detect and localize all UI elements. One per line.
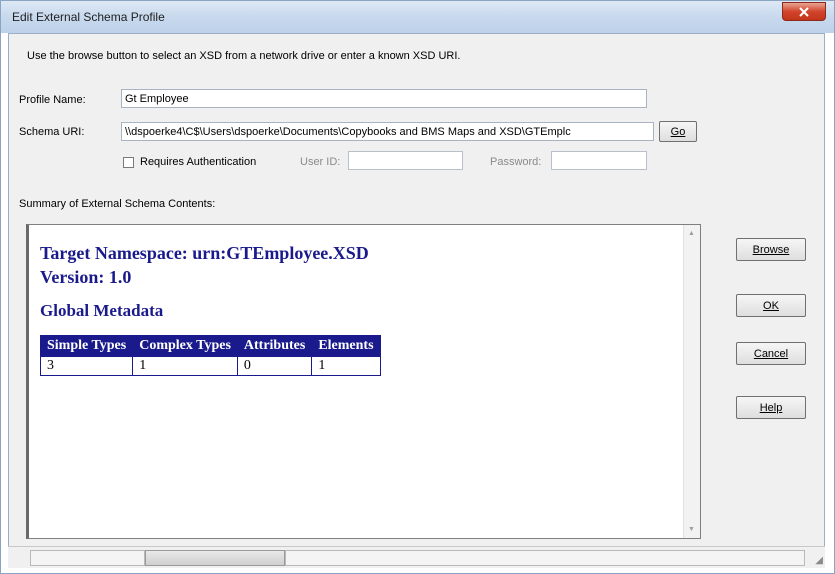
summary-content: Target Namespace: urn:GTEmployee.XSD Ver…: [39, 241, 381, 376]
table-row: 3 1 0 1: [39, 356, 381, 376]
col-attributes: Attributes: [236, 335, 313, 357]
complex-types-value: 1: [132, 356, 238, 376]
dialog-body: Use the browse button to select an XSD f…: [8, 33, 825, 568]
go-button[interactable]: Go: [659, 121, 697, 142]
horizontal-scroll-thumb[interactable]: [145, 550, 285, 566]
profile-name-label: Profile Name:: [19, 94, 86, 106]
cancel-button-label: Cancel: [753, 347, 789, 360]
password-input[interactable]: [551, 151, 647, 170]
schema-uri-label: Schema URI:: [19, 126, 85, 138]
status-segment-1: [30, 550, 145, 566]
scroll-up-arrow-icon[interactable]: ▲: [688, 230, 695, 237]
requires-authentication-checkbox[interactable]: [123, 157, 134, 168]
status-bar: ◢: [8, 546, 825, 568]
summary-label: Summary of External Schema Contents:: [19, 198, 216, 210]
dialog-window: Edit External Schema Profile Use the bro…: [0, 0, 835, 574]
col-complex-types: Complex Types: [132, 335, 238, 357]
cancel-button[interactable]: Cancel: [736, 342, 806, 365]
browse-button-label: Browse: [752, 243, 790, 256]
col-elements: Elements: [311, 335, 381, 357]
metadata-header-row: Simple Types Complex Types Attributes El…: [39, 335, 381, 357]
resize-grip-icon[interactable]: ◢: [815, 555, 823, 566]
user-id-input[interactable]: [348, 151, 463, 170]
ok-button[interactable]: OK: [736, 294, 806, 317]
instruction-text: Use the browse button to select an XSD f…: [27, 50, 461, 62]
close-icon: [799, 6, 809, 17]
password-label: Password:: [490, 156, 542, 168]
global-metadata-heading: Global Metadata: [40, 301, 164, 320]
elements-value: 1: [311, 356, 381, 376]
profile-name-input[interactable]: Gt Employee: [121, 89, 647, 108]
target-namespace-heading: Target Namespace: urn:GTEmployee.XSD: [40, 243, 369, 263]
close-button[interactable]: [782, 2, 826, 21]
col-simple-types: Simple Types: [39, 335, 134, 357]
window-title: Edit External Schema Profile: [12, 10, 165, 24]
version-heading: Version: 1.0: [40, 267, 132, 287]
user-id-label: User ID:: [300, 156, 341, 168]
help-button[interactable]: Help: [736, 396, 806, 419]
simple-types-value: 3: [39, 356, 134, 376]
go-button-label: Go: [670, 125, 686, 138]
metadata-table: Simple Types Complex Types Attributes El…: [39, 335, 381, 376]
requires-authentication-text: Requires Authentication: [140, 156, 257, 168]
requires-authentication-label[interactable]: Requires Authentication: [140, 156, 256, 168]
summary-pane[interactable]: Target Namespace: urn:GTEmployee.XSD Ver…: [26, 224, 701, 539]
schema-uri-input[interactable]: \\dspoerke4\C$\Users\dspoerke\Documents\…: [121, 122, 654, 141]
help-button-label: Help: [759, 401, 783, 414]
ok-button-label: OK: [763, 299, 779, 312]
scroll-down-arrow-icon[interactable]: ▼: [688, 526, 695, 533]
attributes-value: 0: [236, 356, 313, 376]
title-bar[interactable]: Edit External Schema Profile: [1, 1, 834, 33]
browse-button[interactable]: Browse: [736, 238, 806, 261]
status-segment-2: [285, 550, 805, 566]
vertical-scrollbar[interactable]: ▲ ▼: [683, 225, 700, 538]
